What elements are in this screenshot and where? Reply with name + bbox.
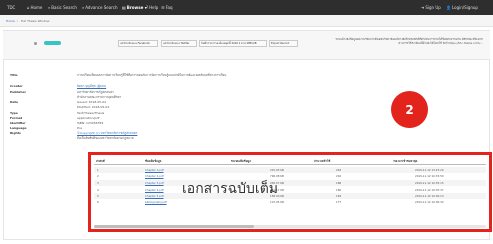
fulltext-overlay-label: เอกสารฉบับเต็ม	[182, 181, 279, 197]
step-number-badge: 2	[391, 91, 428, 128]
help-icon: ?	[146, 5, 149, 10]
file-link[interactable]: Chapter 4.pdf	[145, 188, 164, 192]
col-header-views: จำนวนเข้าใช้	[314, 159, 331, 163]
search-icon: ⌕	[48, 5, 51, 10]
nav-login[interactable]: 👤Login/Signup	[446, 5, 478, 10]
nav-faq[interactable]: ☰Faq	[161, 5, 173, 10]
table-row: 2 Chapter 2.pdf 796.08 KB 202 2019-11-12…	[97, 174, 444, 178]
list-icon: ▤	[122, 5, 126, 10]
search-icon: ⌕	[82, 5, 85, 10]
col-header-no: ลำดับที่	[96, 159, 105, 163]
file-link[interactable]: Chapter 5.pdf	[145, 194, 164, 198]
share-twitter-button[interactable]: แชร์ระเบียนบน Twitter	[161, 40, 197, 47]
share-facebook-button[interactable]: แชร์ระเบียนบน Facebook	[118, 40, 158, 47]
citation-note: ระบบอ้างอิงข้อมูลผลงานวิจัยจากต้นฉบับวิท…	[313, 37, 483, 46]
nav-browse[interactable]: ▤Browse ▾	[122, 5, 147, 10]
col-header-last-access: วันเวลาเข้าชมล่าสุด	[393, 159, 418, 163]
home-icon: ⌂	[27, 5, 30, 10]
horizontal-scrollbar-thumb[interactable]	[94, 225, 254, 228]
files-table-header: ลำดับที่ ชื่อแฟ้มข้อมูล ขนาดแฟ้มข้อมูล จ…	[94, 159, 486, 165]
file-link[interactable]: Chapter 2.pdf	[145, 174, 164, 178]
brand-logo[interactable]: TDC	[7, 5, 15, 10]
table-row: 3 Chapter 3.pdf 205.57 KB 188 2019-11-12…	[94, 180, 486, 186]
table-row: 6 bibliography.pdf 107.95 KB 177 2019-11…	[97, 200, 444, 204]
citation-line-2[interactable]: สามารถใช้ระเบียนนี้อ้างอิงได้โดยใช้ ลิงก…	[313, 41, 483, 46]
status-pill	[44, 41, 61, 45]
top-navbar: TDC ⌂Home ⌕Basic Search ⌕Advance Search …	[0, 0, 493, 15]
breadcrumb-current: Full Thesis Window	[21, 19, 50, 23]
nav-help[interactable]: ?Help	[146, 5, 158, 10]
file-link[interactable]: Chapter 1.pdf	[145, 168, 164, 172]
file-link[interactable]: bibliography.pdf	[145, 200, 167, 204]
export-record-button[interactable]: Export Record	[269, 40, 298, 47]
save-record-select[interactable]: บันทึกรายการลงห้องสมุดนี้ 2016 ▾ ตาม MMC…	[199, 40, 267, 47]
breadcrumb-separator: /	[17, 19, 19, 23]
nav-advance-search[interactable]: ⌕Advance Search	[82, 5, 117, 10]
user-icon: 👤	[446, 5, 451, 10]
signup-icon: ➜	[421, 5, 425, 10]
nav-basic-search[interactable]: ⌕Basic Search	[48, 5, 77, 10]
file-link[interactable]: Chapter 3.pdf	[145, 181, 164, 185]
breadcrumb: Home / Full Thesis Window	[0, 15, 493, 27]
breadcrumb-home[interactable]: Home	[6, 19, 15, 23]
fulltext-files-box: ลำดับที่ ชื่อแฟ้มข้อมูล ขนาดแฟ้มข้อมูล จ…	[88, 152, 492, 232]
faq-icon: ☰	[161, 5, 165, 10]
col-header-size: ขนาดแฟ้มข้อมูล	[231, 159, 251, 163]
cover-dot-icon	[34, 42, 37, 45]
col-header-filename: ชื่อแฟ้มข้อมูล	[145, 159, 162, 163]
nav-home[interactable]: ⌂Home	[27, 5, 42, 10]
nav-signup[interactable]: ➜Sign Up	[421, 5, 441, 10]
